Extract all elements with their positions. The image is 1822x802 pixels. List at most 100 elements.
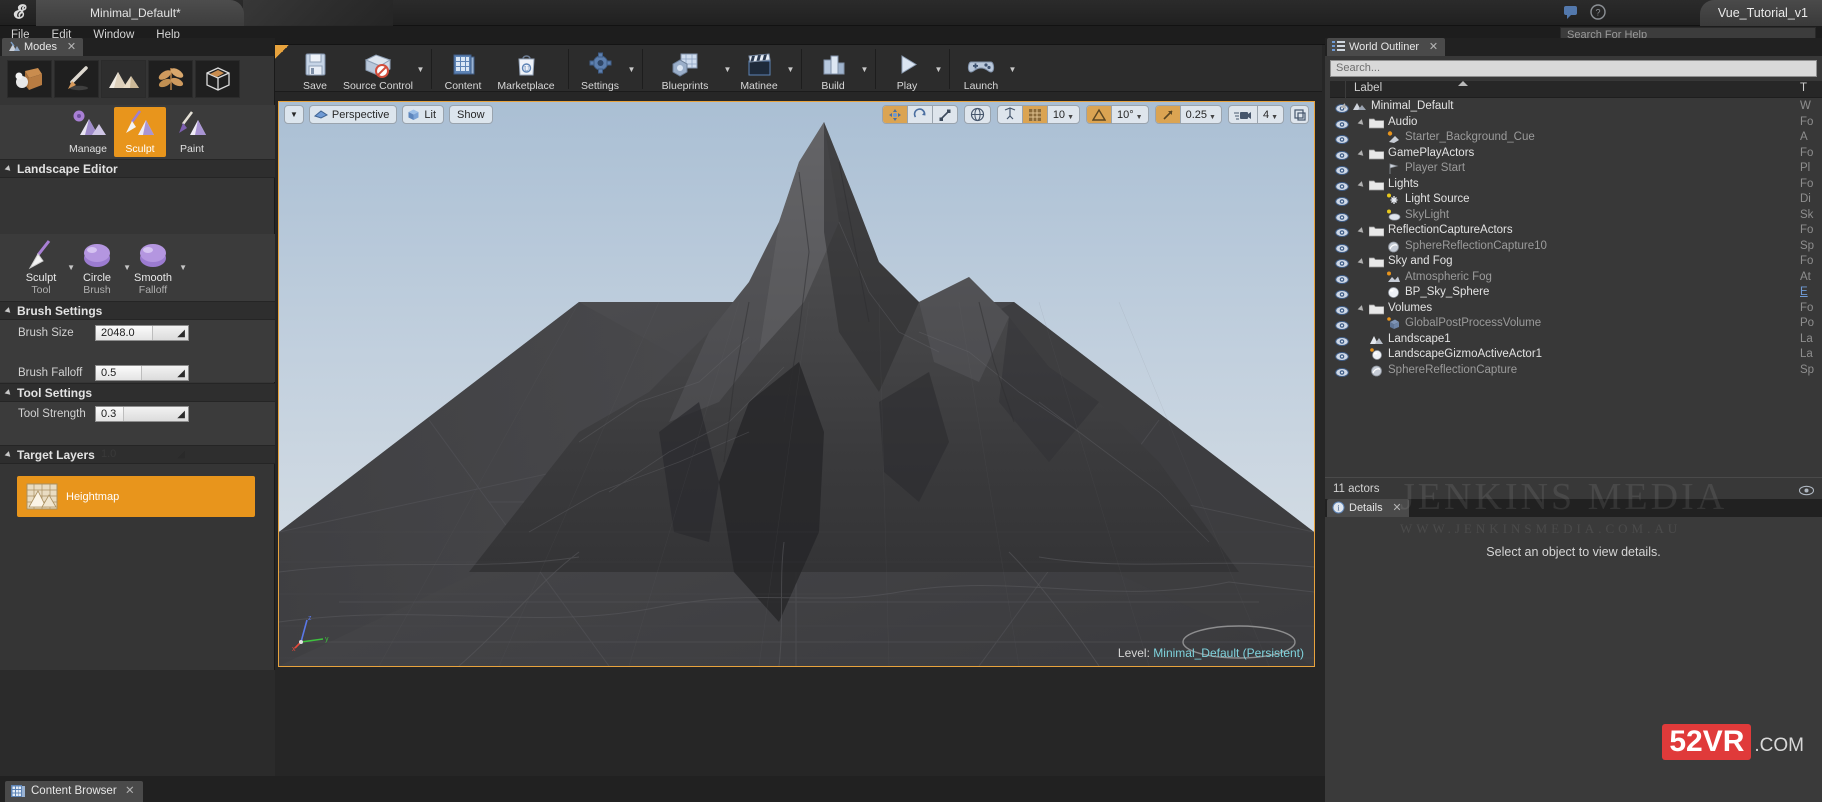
- outliner-row[interactable]: GamePlayActors Fo: [1330, 146, 1822, 162]
- launch-dropdown-chevron-icon[interactable]: ▼: [1007, 65, 1018, 74]
- outliner-row-label: SphereReflectionCapture: [1388, 363, 1518, 376]
- viewport-viewmode-button[interactable]: Lit: [402, 105, 445, 124]
- section-landscape-editor[interactable]: Landscape Editor: [0, 159, 275, 178]
- outliner-row[interactable]: Player Start Pl: [1330, 161, 1822, 177]
- toolbar-label: Save: [303, 80, 327, 92]
- tab-content-browser[interactable]: Content Browser ✕: [5, 781, 143, 802]
- outliner-row[interactable]: SphereReflectionCapture Sp: [1330, 363, 1822, 379]
- toolbar-settings-button[interactable]: Settings: [574, 48, 626, 92]
- toolbar-play-button[interactable]: Play: [881, 48, 933, 92]
- spinner-arrows-icon[interactable]: ◢: [177, 328, 185, 339]
- column-label[interactable]: Label: [1354, 82, 1382, 94]
- expand-triangle-icon[interactable]: [1357, 227, 1366, 235]
- outliner-row[interactable]: BP_Sky_Sphere E: [1330, 285, 1822, 301]
- outliner-row[interactable]: Landscape1 La: [1330, 332, 1822, 348]
- toolbar-matinee-button[interactable]: Matinee: [733, 48, 785, 92]
- outliner-row[interactable]: Volumes Fo: [1330, 301, 1822, 317]
- outliner-row[interactable]: Audio Fo: [1330, 115, 1822, 131]
- close-icon[interactable]: ✕: [67, 38, 76, 56]
- viewport-options-button[interactable]: ▼: [284, 105, 304, 124]
- close-icon[interactable]: ✕: [1429, 38, 1438, 56]
- tool-strength-input[interactable]: 0.3 ◢: [95, 406, 189, 422]
- outliner-search-input[interactable]: Search...: [1330, 60, 1817, 77]
- toolbar-build-button[interactable]: Build: [807, 48, 859, 92]
- blueprints-dropdown-chevron-icon[interactable]: ▼: [722, 65, 733, 74]
- build-dropdown-chevron-icon[interactable]: ▼: [859, 65, 870, 74]
- settings-dropdown-chevron-icon[interactable]: ▼: [626, 65, 637, 74]
- subtab-manage[interactable]: Manage: [62, 107, 114, 157]
- outliner-row[interactable]: SkyLight Sk: [1330, 208, 1822, 224]
- subtab-paint[interactable]: Paint: [166, 107, 218, 157]
- viewport-options-chevron-icon: ▼: [290, 110, 298, 119]
- outliner-row[interactable]: Atmospheric Fog At: [1330, 270, 1822, 286]
- toolbar-blueprints-button[interactable]: Blueprints: [648, 48, 722, 92]
- outliner-row-type: Sk: [1800, 208, 1814, 221]
- landscape-tool-sculpt[interactable]: Sculpt Tool ▼: [10, 237, 75, 296]
- viewport-camera-type-button[interactable]: Perspective: [308, 105, 398, 124]
- expand-triangle-icon[interactable]: [1357, 118, 1366, 127]
- outliner-row[interactable]: LandscapeGizmoActiveActor1 La: [1330, 347, 1822, 363]
- outliner-row[interactable]: Sky and Fog Fo: [1330, 254, 1822, 270]
- spinner-arrows-icon[interactable]: ◢: [177, 409, 185, 420]
- heightmap-icon: [25, 481, 59, 512]
- landscape-brush-circle[interactable]: Circle Brush ▼: [66, 237, 131, 296]
- outliner-row[interactable]: ReflectionCaptureActors Fo: [1330, 223, 1822, 239]
- paint-mode-icon[interactable]: [54, 60, 99, 98]
- place-mode-icon[interactable]: [7, 60, 52, 98]
- build-blocks-icon: [820, 50, 847, 79]
- visibility-eye-icon[interactable]: [1335, 365, 1349, 383]
- section-brush-settings[interactable]: Brush Settings: [0, 301, 275, 320]
- brush-falloff-input[interactable]: 0.5 ◢: [95, 365, 189, 381]
- viewport-show-button[interactable]: Show: [449, 105, 493, 124]
- toolbar-content-button[interactable]: Content: [437, 48, 489, 92]
- landscape-mode-icon[interactable]: [101, 60, 146, 98]
- expand-triangle-icon[interactable]: [1357, 149, 1366, 158]
- outliner-row[interactable]: Minimal_Default W: [1330, 99, 1822, 115]
- landscape-mode-subtabs: Manage Sculpt Paint: [0, 105, 275, 159]
- modes-panel-filler: [0, 670, 275, 776]
- subtab-sculpt[interactable]: Sculpt: [114, 107, 166, 157]
- outliner-row[interactable]: Starter_Background_Cue A: [1330, 130, 1822, 146]
- target-layer-heightmap[interactable]: Heightmap: [17, 476, 255, 517]
- toolbar-source-control-button[interactable]: Source Control: [341, 48, 415, 92]
- brush-size-input[interactable]: 2048.0 ◢: [95, 325, 189, 341]
- collapse-triangle-icon: [4, 451, 13, 459]
- outliner-row[interactable]: Lights Fo: [1330, 177, 1822, 193]
- close-icon[interactable]: ✕: [125, 781, 135, 802]
- falloff-name: Smooth: [134, 272, 172, 284]
- expand-triangle-icon[interactable]: [1357, 180, 1366, 189]
- secondary-window-tab[interactable]: Vue_Tutorial_v1: [1699, 0, 1822, 26]
- project-tab[interactable]: Minimal_Default*: [36, 0, 244, 26]
- matinee-dropdown-chevron-icon[interactable]: ▼: [785, 65, 796, 74]
- outliner-row[interactable]: SphereReflectionCapture10 Sp: [1330, 239, 1822, 255]
- tab-modes[interactable]: Modes ✕: [2, 38, 84, 56]
- help-question-icon[interactable]: ?: [1590, 4, 1608, 22]
- play-dropdown-chevron-icon[interactable]: ▼: [933, 65, 944, 74]
- foliage-mode-icon[interactable]: [148, 60, 193, 98]
- reflection-icon: [1369, 364, 1384, 382]
- outliner-row[interactable]: GlobalPostProcessVolume Po: [1330, 316, 1822, 332]
- toolbar-marketplace-button[interactable]: U Marketplace: [489, 48, 563, 92]
- feedback-chat-icon[interactable]: [1563, 4, 1581, 22]
- expand-triangle-icon[interactable]: [1357, 258, 1366, 266]
- section-target-layers[interactable]: Target Layers: [0, 445, 275, 464]
- collapse-triangle-icon: [4, 307, 13, 315]
- tool-kind: Tool: [31, 284, 51, 296]
- landscape-falloff-smooth[interactable]: Smooth Falloff ▼: [122, 237, 187, 296]
- toolbar-save-button[interactable]: Save: [289, 48, 341, 92]
- column-type[interactable]: T: [1800, 82, 1807, 94]
- spinner-arrows-icon[interactable]: ◢: [177, 368, 185, 379]
- outliner-row-label: Light Source: [1405, 193, 1470, 205]
- tab-details[interactable]: i Details ✕: [1327, 499, 1409, 517]
- expand-triangle-icon[interactable]: [1357, 304, 1366, 313]
- source-control-dropdown-chevron-icon[interactable]: ▼: [415, 65, 426, 74]
- geometry-mode-icon[interactable]: [195, 60, 240, 98]
- falloff-chevron-icon[interactable]: ▼: [179, 263, 187, 272]
- row-tool-strength: Tool Strength 0.3 ◢: [0, 405, 275, 425]
- outliner-row[interactable]: Light Source Di: [1330, 192, 1822, 208]
- tab-world-outliner[interactable]: World Outliner ✕: [1327, 38, 1446, 56]
- section-tool-settings[interactable]: Tool Settings: [0, 383, 275, 402]
- toolbar-launch-button[interactable]: Launch: [955, 48, 1007, 92]
- level-viewport[interactable]: ▼ Perspective Lit Show 10 ▼ 10° ▼ 0.25 ▼…: [278, 101, 1315, 667]
- close-icon[interactable]: ✕: [1392, 499, 1401, 517]
